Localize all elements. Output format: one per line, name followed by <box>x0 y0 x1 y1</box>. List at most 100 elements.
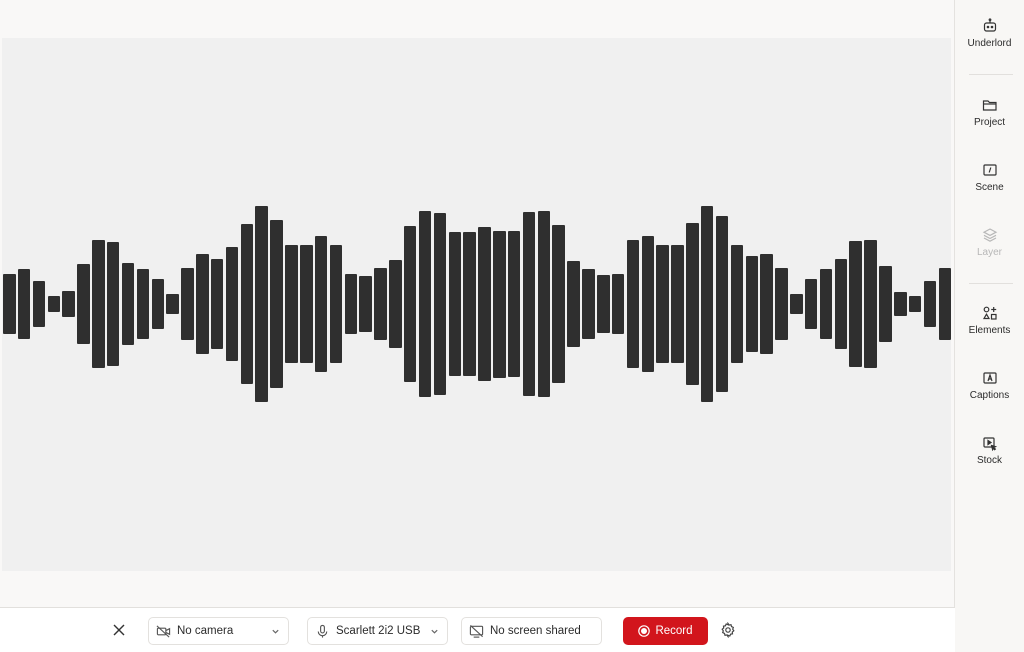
sidebar-item-captions[interactable]: Captions <box>955 370 1024 418</box>
sidebar-item-scene[interactable]: Scene <box>955 162 1024 210</box>
waveform-bar <box>32 281 46 327</box>
waveform-bar <box>938 267 951 341</box>
waveform-bar <box>775 267 788 341</box>
waveform-bar <box>47 296 61 312</box>
waveform-bar <box>760 254 773 354</box>
waveform-bar <box>448 232 461 376</box>
waveform-bar <box>136 268 150 340</box>
sidebar-item-label: Stock <box>976 455 1002 466</box>
waveform-bar <box>626 240 640 368</box>
waveform-bar <box>121 262 135 346</box>
waveform-bar <box>374 267 387 341</box>
scene-icon <box>982 164 997 176</box>
waveform-bar <box>715 215 729 393</box>
waveform-bar <box>62 291 75 317</box>
captions-icon <box>982 372 997 384</box>
waveform-bar <box>433 212 447 396</box>
chevron-down-icon <box>272 629 279 634</box>
sidebar-item-stock[interactable]: Stock <box>955 435 1024 483</box>
camera-select[interactable]: No camera <box>148 617 289 645</box>
waveform-bar <box>403 225 417 383</box>
waveform-bar <box>804 278 818 330</box>
camera-off-icon <box>156 624 171 638</box>
waveform-bar <box>819 268 833 340</box>
layers-icon <box>982 228 997 242</box>
waveform-bar <box>181 267 194 341</box>
sidebar-item-project[interactable]: Project <box>955 97 1024 145</box>
waveform-bar <box>537 210 551 398</box>
waveform-bar <box>493 230 506 378</box>
microphone-select[interactable]: Scarlett 2i2 USB <box>307 617 448 645</box>
waveform-bar <box>270 219 283 389</box>
waveform-bar <box>285 245 298 363</box>
screen-off-icon <box>469 624 484 638</box>
waveform-bar <box>359 275 372 333</box>
waveform-bar <box>92 240 105 368</box>
waveform-bar <box>730 245 744 363</box>
waveform-bar <box>478 226 491 382</box>
microphone-select-label: Scarlett 2i2 USB <box>336 625 421 637</box>
waveform-bar <box>463 232 476 376</box>
waveform-bar <box>314 236 328 372</box>
record-button[interactable]: Record <box>623 617 708 645</box>
waveform-bar <box>879 265 892 343</box>
waveform-bar <box>3 273 16 335</box>
waveform-bar <box>894 292 907 316</box>
waveform-bar <box>597 274 610 334</box>
waveform-bar <box>225 247 239 361</box>
close-button[interactable] <box>110 621 128 639</box>
waveform-bar <box>671 245 684 363</box>
waveform-bar <box>656 245 669 363</box>
waveform-bar <box>567 260 580 348</box>
record-button-label: Record <box>655 625 693 637</box>
sidebar-item-layer[interactable]: Layer <box>955 227 1024 275</box>
waveform-bar <box>552 224 565 384</box>
microphone-icon <box>317 624 328 638</box>
folder-icon <box>982 100 997 111</box>
waveform-bar <box>255 206 268 402</box>
waveform-bar <box>106 242 120 366</box>
preview-canvas <box>2 38 951 571</box>
waveform-bar <box>745 255 758 352</box>
stock-icon <box>982 437 997 451</box>
waveform-bar <box>196 254 209 354</box>
waveform-bar <box>329 245 343 363</box>
waveform-bar <box>834 258 848 350</box>
waveform-bar <box>389 259 402 349</box>
sidebar-item-underlord[interactable]: Underlord <box>955 18 1024 66</box>
record-icon <box>638 625 651 637</box>
waveform-bar <box>240 223 254 385</box>
waveform-bar <box>641 236 655 372</box>
waveform-bar <box>507 231 521 377</box>
settings-button[interactable] <box>719 621 737 639</box>
waveform-bar <box>300 245 313 363</box>
sidebar-item-elements[interactable]: Elements <box>955 305 1024 353</box>
elements-icon <box>982 306 997 320</box>
sidebar-item-label: Project <box>973 117 1006 128</box>
waveform-bar <box>522 211 536 397</box>
waveform-bar <box>418 210 432 398</box>
waveform-bar <box>908 296 922 312</box>
sidebar-item-label: Layer <box>976 247 1002 258</box>
robot-icon <box>983 18 996 32</box>
waveform-bar <box>77 263 90 345</box>
sidebar-divider <box>969 283 1013 284</box>
close-icon <box>113 624 125 636</box>
waveform-bar <box>864 240 877 368</box>
chevron-down-icon <box>431 629 438 634</box>
screen-share-select[interactable]: No screen shared <box>461 617 602 645</box>
waveform-bar <box>923 281 937 327</box>
waveform-bar <box>17 268 31 340</box>
waveform-bar <box>700 206 714 402</box>
waveform-bar <box>790 294 803 314</box>
right-sidebar: Underlord Project Scene Layer Elements C… <box>955 0 1024 652</box>
waveform-bar <box>611 273 625 335</box>
sidebar-item-label: Captions <box>969 390 1010 401</box>
sidebar-item-label: Elements <box>968 325 1011 336</box>
gear-icon <box>721 622 735 638</box>
recording-toolbar: No camera Scarlett 2i2 USB No screen sha… <box>0 607 955 652</box>
sidebar-item-label: Scene <box>975 182 1004 193</box>
camera-select-label: No camera <box>177 625 234 637</box>
waveform-bar <box>686 222 699 386</box>
waveform-bar <box>849 241 862 367</box>
